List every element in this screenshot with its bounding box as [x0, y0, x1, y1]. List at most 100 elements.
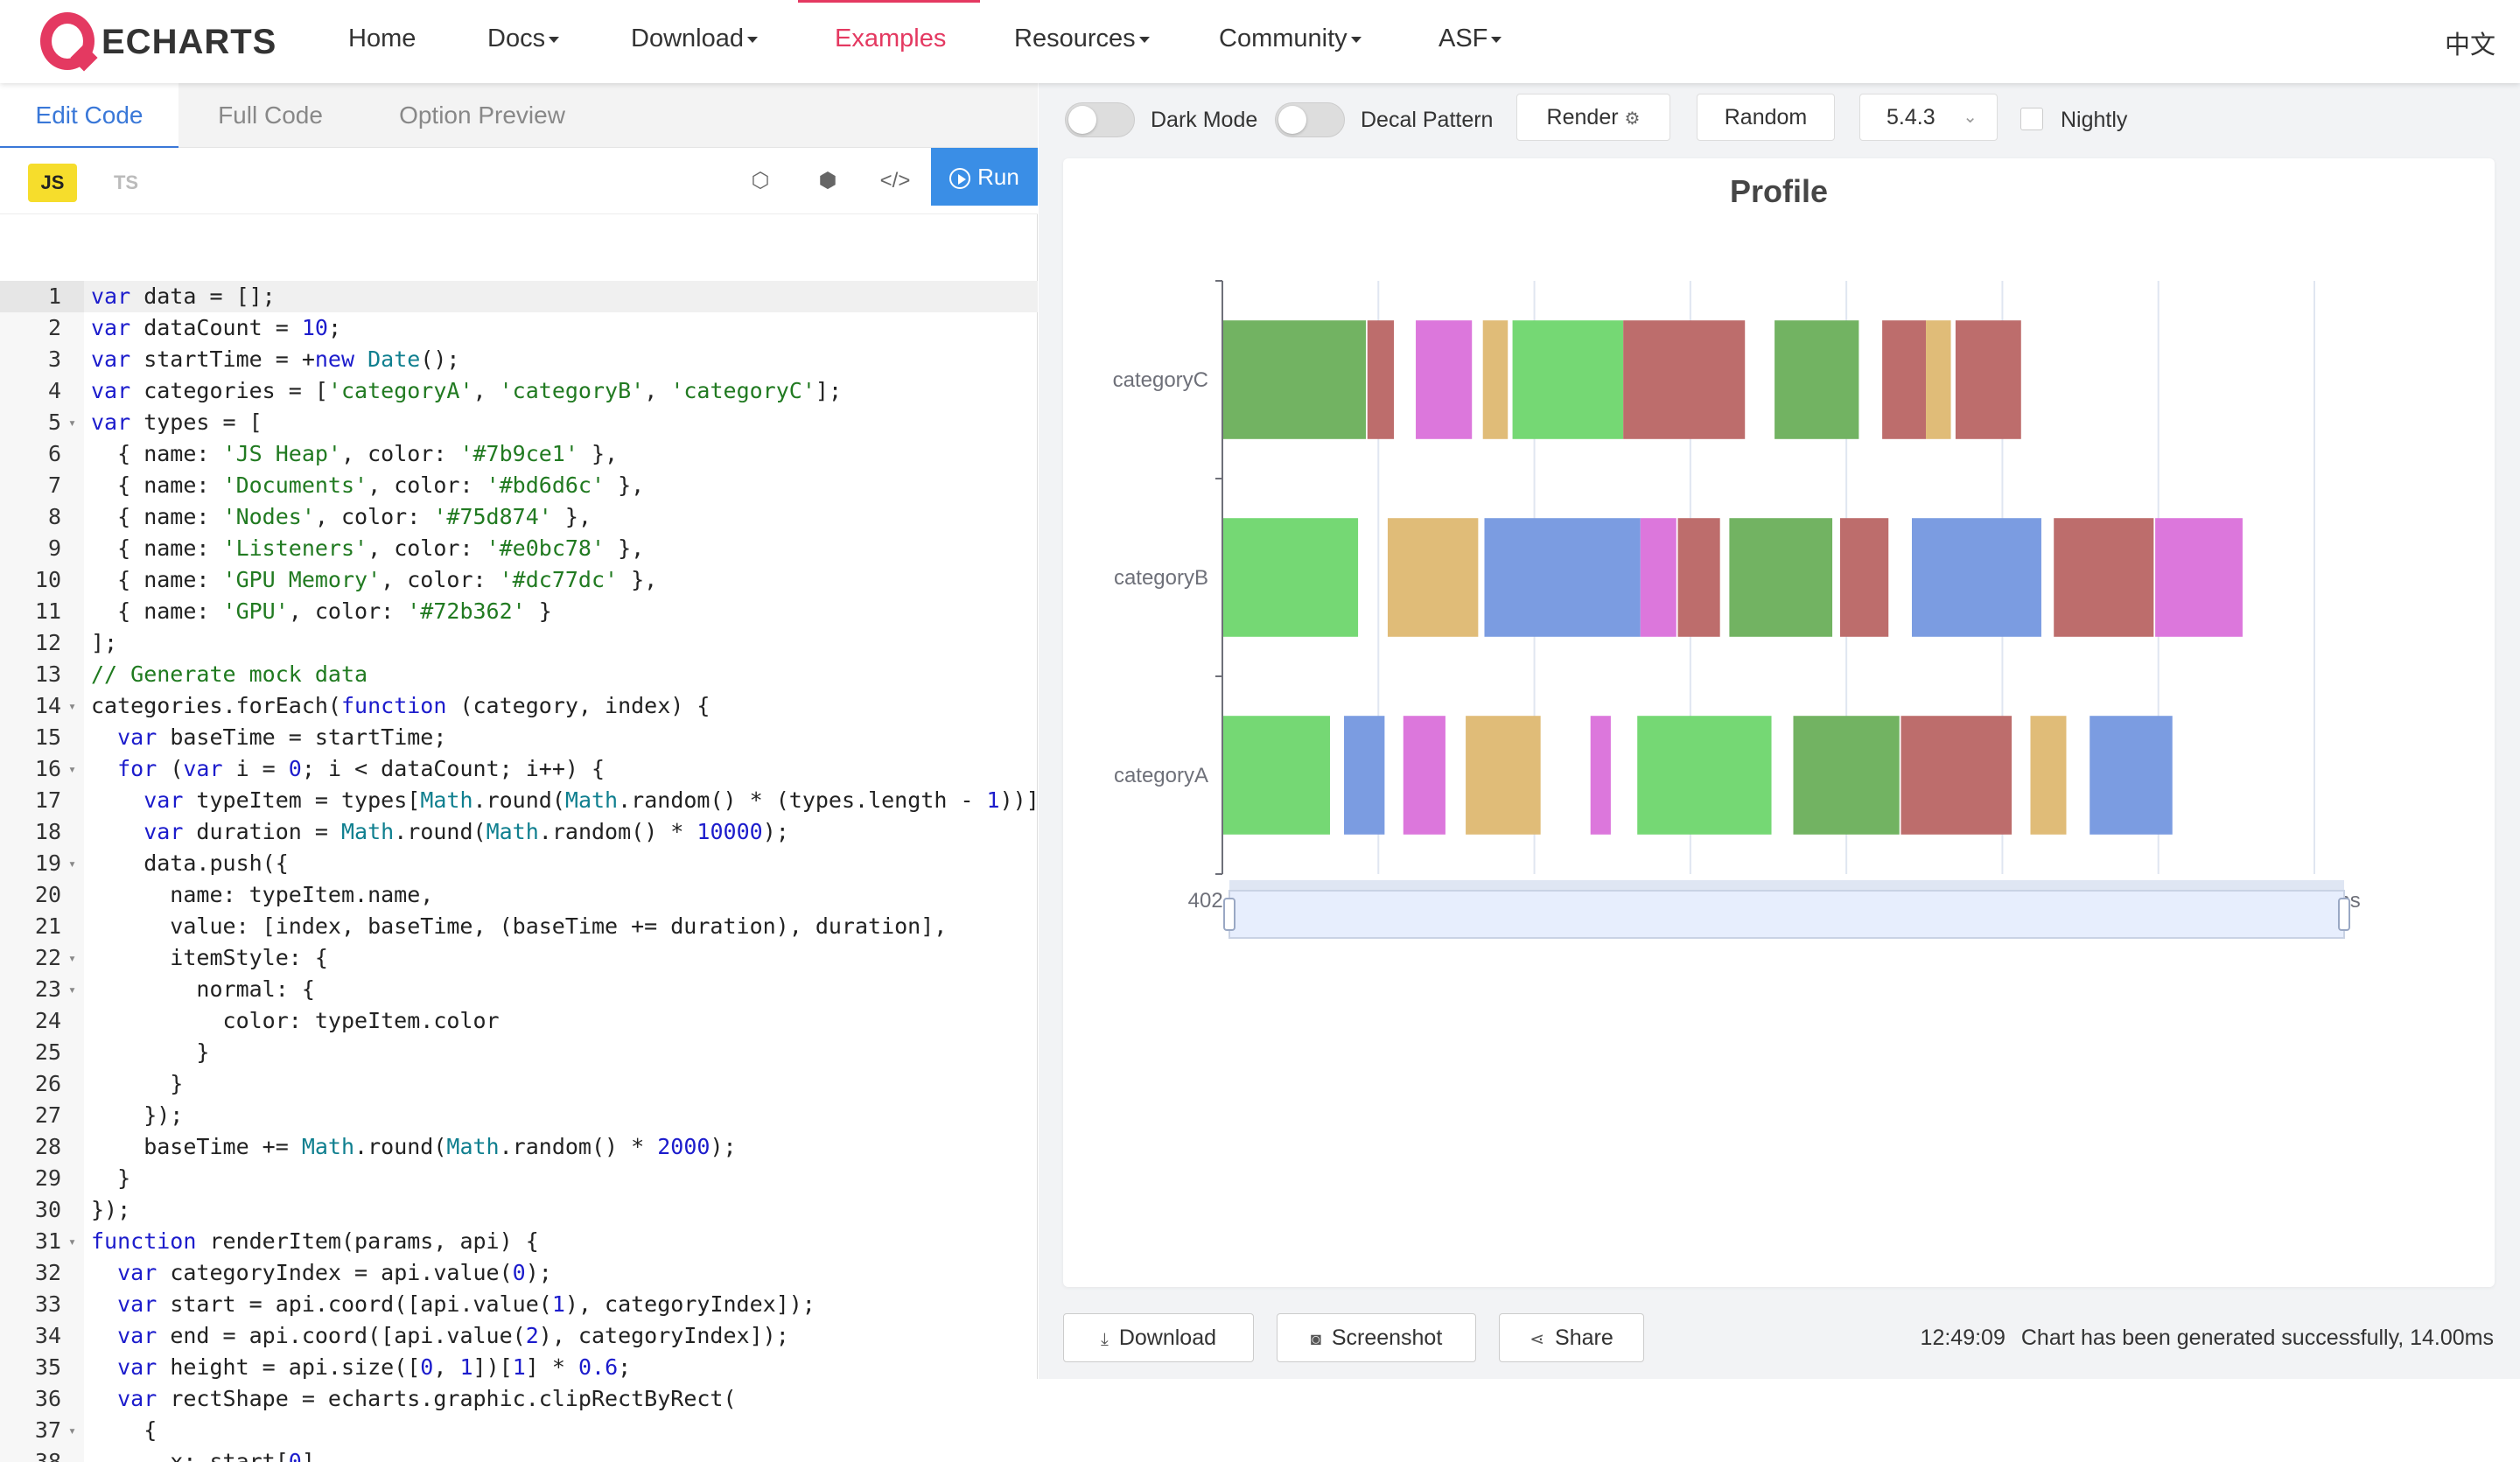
code-line[interactable]: 31 ▾ function renderItem(params, api) { [0, 1226, 1038, 1257]
nav-item-download[interactable]: Download [631, 24, 758, 53]
code-line[interactable]: 1 var data = []; [0, 281, 1038, 312]
fold-arrow-icon[interactable]: ▾ [68, 942, 76, 974]
fold-arrow-icon[interactable]: ▾ [68, 753, 76, 785]
code-line[interactable]: 24 color: typeItem.color [0, 1005, 1038, 1037]
fold-arrow-icon[interactable]: ▾ [68, 1226, 76, 1257]
editor-panel: Edit Code Full Code Option Preview JS TS… [0, 83, 1038, 1462]
tab-full-code[interactable]: Full Code [178, 83, 362, 148]
code-line[interactable]: 7 { name: 'Documents', color: '#bd6d6c' … [0, 470, 1038, 501]
screenshot-button[interactable]: ◙ Screenshot [1277, 1313, 1476, 1362]
nav-item-community[interactable]: Community [1219, 24, 1362, 53]
code-line[interactable]: 33 var start = api.coord([api.value(1), … [0, 1289, 1038, 1320]
code-line[interactable]: 21 value: [index, baseTime, (baseTime +=… [0, 911, 1038, 942]
tab-option-preview[interactable]: Option Preview [362, 83, 602, 148]
language-switch[interactable]: 中文 [2445, 24, 2496, 61]
profile-bar [1482, 320, 1508, 439]
download-button[interactable]: ⤓ Download [1063, 1313, 1254, 1362]
datazoom-window[interactable] [1228, 890, 2345, 939]
code-line[interactable]: 17 var typeItem = types[Math.round(Math.… [0, 785, 1038, 816]
profile-bar [1222, 518, 1359, 637]
code-editor[interactable]: 1 var data = []; 2 var dataCount = 10; 3 var … [0, 281, 1038, 1462]
render-button[interactable]: Render ⚙ [1516, 94, 1670, 141]
nav-item-docs[interactable]: Docs [487, 24, 560, 53]
code-text: { name: 'GPU', color: '#72b362' } [91, 598, 552, 624]
code-line[interactable]: 22 ▾ itemStyle: { [0, 942, 1038, 974]
code-line[interactable]: 25 } [0, 1037, 1038, 1068]
code-line[interactable]: 16 ▾ for (var i = 0; i < dataCount; i++) … [0, 753, 1038, 785]
datazoom-right-handle[interactable] [2338, 898, 2350, 931]
ts-toggle-button[interactable]: TS [102, 164, 150, 202]
code-line[interactable]: 15 var baseTime = startTime; [0, 722, 1038, 753]
fold-arrow-icon[interactable]: ▾ [68, 848, 76, 879]
fold-arrow-icon[interactable]: ▾ [68, 690, 76, 722]
code-line[interactable]: 5 ▾ var types = [ [0, 407, 1038, 438]
code-line[interactable]: 27 }); [0, 1100, 1038, 1131]
random-button[interactable]: Random [1697, 94, 1835, 141]
line-number: 37 ▾ [0, 1415, 84, 1446]
code-line[interactable]: 9 { name: 'Listeners', color: '#e0bc78' … [0, 533, 1038, 564]
fold-arrow-icon[interactable]: ▾ [68, 1415, 76, 1446]
preview-panel: Dark Mode Decal Pattern Render ⚙ Random … [1039, 83, 2520, 1379]
decal-pattern-toggle[interactable] [1275, 102, 1345, 137]
code-line[interactable]: 37 ▾ { [0, 1415, 1038, 1446]
share-button[interactable]: ⋖ Share [1499, 1313, 1644, 1362]
fold-arrow-icon[interactable]: ▾ [68, 407, 76, 438]
code-text: var baseTime = startTime; [117, 724, 447, 750]
profile-bar [1344, 716, 1385, 835]
code-line[interactable]: 2 var dataCount = 10; [0, 312, 1038, 344]
datazoom-slider[interactable] [1223, 880, 2350, 939]
code-line[interactable]: 10 { name: 'GPU Memory', color: '#dc77dc… [0, 564, 1038, 596]
share-label: Share [1555, 1326, 1614, 1350]
tab-edit-code[interactable]: Edit Code [0, 83, 178, 148]
code-text: var rectShape = echarts.graphic.clipRect… [117, 1386, 737, 1411]
code-text: { name: 'Nodes', color: '#75d874' }, [91, 504, 592, 529]
datazoom-left-handle[interactable] [1223, 898, 1236, 931]
code-line[interactable]: 11 { name: 'GPU', color: '#72b362' } [0, 596, 1038, 627]
code-icon[interactable]: </> [879, 165, 911, 197]
line-number: 23 ▾ [0, 974, 84, 1005]
profile-bar [1955, 320, 2021, 439]
nav-item-asf[interactable]: ASF [1438, 24, 1502, 53]
line-number: 1 [0, 281, 84, 312]
code-text: color: typeItem.color [91, 1008, 500, 1033]
code-line[interactable]: 36 var rectShape = echarts.graphic.clipR… [0, 1383, 1038, 1415]
fold-arrow-icon[interactable]: ▾ [68, 974, 76, 1005]
code-text: var categories = ['categoryA', 'category… [91, 378, 842, 403]
code-line[interactable]: 6 { name: 'JS Heap', color: '#7b9ce1' }, [0, 438, 1038, 470]
code-text: { name: 'Documents', color: '#bd6d6c' }, [91, 472, 645, 498]
code-text: var dataCount = 10; [91, 315, 341, 340]
nightly-checkbox[interactable] [2020, 108, 2043, 130]
code-line[interactable]: 34 var end = api.coord([api.value(2), ca… [0, 1320, 1038, 1352]
js-toggle-button[interactable]: JS [28, 164, 77, 202]
profile-chart: Profile 402 ms10402 ms20402 ms30402 ms40… [1113, 173, 2361, 939]
logo-text: ECHARTS [102, 23, 277, 61]
code-line[interactable]: 20 name: typeItem.name, [0, 879, 1038, 911]
code-line[interactable]: 3 var startTime = +new Date(); [0, 344, 1038, 375]
code-line[interactable]: 30}); [0, 1194, 1038, 1226]
line-number: 19 ▾ [0, 848, 84, 879]
code-line[interactable]: 32 var categoryIndex = api.value(0); [0, 1257, 1038, 1289]
version-select[interactable]: 5.4.3 ⌄ [1859, 94, 1998, 141]
code-line[interactable]: 29 } [0, 1163, 1038, 1194]
code-line[interactable]: 38 x: start[0], [0, 1446, 1038, 1462]
nav-item-home[interactable]: Home [348, 24, 416, 53]
code-line[interactable]: 18 var duration = Math.round(Math.random… [0, 816, 1038, 848]
datazoom-handle-bar[interactable] [1229, 880, 2344, 891]
code-line[interactable]: 14 ▾ categories.forEach(function (category… [0, 690, 1038, 722]
code-line[interactable]: 12]; [0, 627, 1038, 659]
code-line[interactable]: 13 // Generate mock data [0, 659, 1038, 690]
echarts-logo[interactable]: ECHARTS [40, 12, 294, 70]
code-line[interactable]: 4 var categories = ['categoryA', 'categor… [0, 375, 1038, 407]
codesandbox-icon[interactable]: ⬢ [812, 165, 844, 197]
code-line[interactable]: 8 { name: 'Nodes', color: '#75d874' }, [0, 501, 1038, 533]
run-button[interactable]: Run [931, 148, 1038, 206]
code-line[interactable]: 28 baseTime += Math.round(Math.random() … [0, 1131, 1038, 1163]
code-line[interactable]: 26 } [0, 1068, 1038, 1100]
format-icon[interactable]: ⬡ [745, 165, 776, 197]
dark-mode-toggle[interactable] [1065, 102, 1135, 137]
code-line[interactable]: 23 ▾ normal: { [0, 974, 1038, 1005]
code-line[interactable]: 19 ▾ data.push({ [0, 848, 1038, 879]
nav-item-examples[interactable]: Examples [835, 24, 946, 53]
nav-item-resources[interactable]: Resources [1014, 24, 1150, 53]
caret-down-icon [549, 36, 560, 43]
